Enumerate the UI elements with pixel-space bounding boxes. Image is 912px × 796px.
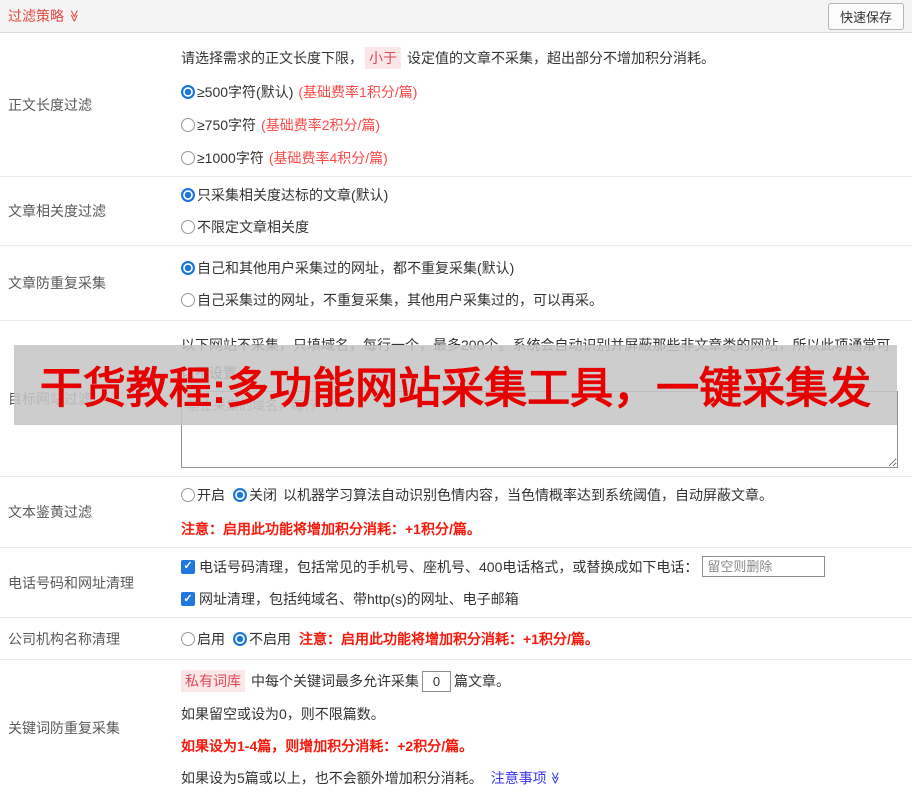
private-thesaurus-tag[interactable]: 私有词库 [181, 670, 245, 692]
radio-icon[interactable] [181, 188, 195, 202]
settings-row-phone-url-clean: 电话号码和网址清理 ✓ 电话号码清理，包括常见的手机号、座机号、400电话格式，… [0, 548, 912, 618]
notes-link-label: 注意事项 [490, 770, 547, 786]
intro-text-after: 设定值的文章不采集，超出部分不增加积分消耗。 [407, 50, 715, 66]
notes-link[interactable]: 注意事项 ≫ [491, 768, 562, 788]
radio-label: 关闭 [249, 487, 277, 503]
chevron-double-down-icon: ≫ [67, 9, 82, 23]
radio-label: 启用 [197, 630, 225, 647]
keyword-count-input[interactable] [422, 670, 451, 692]
content-length-intro: 请选择需求的正文长度下限， 小于 设定值的文章不采集，超出部分不增加积分消耗。 [181, 47, 904, 69]
radio-icon[interactable] [181, 631, 195, 646]
less-than-tag: 小于 [365, 47, 401, 69]
radio-label: 不限定文章相关度 [197, 219, 309, 235]
radio-option[interactable]: 不限定文章相关度 [181, 217, 904, 237]
settings-row-relevance: 文章相关度过滤 只采集相关度达标的文章(默认) 不限定文章相关度 [0, 177, 912, 246]
topbar: 过滤策略 ≫ 快速保存 [0, 0, 912, 33]
filter-strategy-title[interactable]: 过滤策略 ≫ [8, 6, 81, 26]
settings-row-keyword-dedup: 关键词防重复采集 私有词库 中每个关键词最多允许采集 篇文章。 如果留空或设为0… [0, 660, 912, 796]
radio-label: ≥500字符(默认) [197, 84, 294, 100]
radio-icon[interactable] [233, 631, 247, 646]
radio-icon[interactable] [181, 293, 195, 307]
keyword-limit-line: 私有词库 中每个关键词最多允许采集 篇文章。 [181, 670, 904, 692]
radio-option[interactable]: 自己和其他用户采集过的网址，都不重复采集(默认) [181, 258, 904, 278]
quick-save-button[interactable]: 快速保存 [827, 2, 904, 30]
radio-icon[interactable] [181, 220, 195, 234]
settings-row-dedup: 文章防重复采集 自己和其他用户采集过的网址，都不重复采集(默认) 自己采集过的网… [0, 246, 912, 321]
page-title: 过滤策略 [8, 8, 64, 24]
settings-row-company-clean: 公司机构名称清理 启用 不启用 注意：启用此功能将增加积分消耗：+1积分/篇。 [0, 618, 912, 660]
porn-filter-note: 注意：启用此功能将增加积分消耗：+1积分/篇。 [181, 521, 481, 537]
radio-option[interactable]: 只采集相关度达标的文章(默认) [181, 185, 904, 205]
row-label: 公司机构名称清理 [8, 630, 120, 647]
intro-text: 请选择需求的正文长度下限， [181, 50, 363, 66]
checkbox-option[interactable]: ✓ 电话号码清理，包括常见的手机号、座机号、400电话格式，或替换成如下电话： [181, 556, 904, 577]
chevron-double-down-icon: ≫ [548, 771, 563, 785]
company-clean-note: 注意：启用此功能将增加积分消耗：+1积分/篇。 [299, 630, 599, 647]
option-note: (基础费率1积分/篇) [298, 84, 418, 100]
promo-banner[interactable]: 干货教程:多功能网站采集工具，一键采集发 [14, 345, 897, 425]
phone-replace-input[interactable] [702, 556, 826, 577]
radio-icon[interactable] [181, 118, 195, 132]
option-note: (基础费率2积分/篇) [261, 117, 381, 133]
radio-option[interactable]: ≥500字符(默认) (基础费率1积分/篇) [181, 82, 904, 102]
promo-banner-text: 干货教程:多功能网站采集工具，一键采集发 [39, 365, 872, 413]
keyword-note-more: 如果设为5篇或以上，也不会额外增加积分消耗。 注意事项 ≫ [181, 768, 904, 788]
radio-option[interactable]: 开启 [181, 485, 225, 505]
check-icon: ✓ [183, 592, 193, 605]
radio-option[interactable]: 不启用 [233, 629, 291, 649]
keyword-note-more-text: 如果设为5篇或以上，也不会额外增加积分消耗。 [181, 770, 483, 786]
radio-label: ≥750字符 [197, 117, 257, 133]
radio-icon[interactable] [181, 85, 195, 99]
radio-label: 开启 [197, 487, 225, 503]
option-note: (基础费率4积分/篇) [268, 150, 388, 166]
radio-icon[interactable] [181, 151, 195, 165]
row-label: 文章相关度过滤 [8, 203, 106, 219]
radio-label: 自己和其他用户采集过的网址，都不重复采集(默认) [197, 260, 515, 276]
row-label: 关键词防重复采集 [8, 720, 120, 736]
radio-label: ≥1000字符 [197, 150, 264, 166]
radio-label: 只采集相关度达标的文章(默认) [197, 187, 389, 203]
radio-option[interactable]: 关闭 [233, 485, 277, 505]
radio-label: 自己采集过的网址，不重复采集，其他用户采集过的，可以再采。 [197, 292, 603, 308]
checkbox-checked-icon[interactable]: ✓ [181, 559, 195, 574]
settings-row-porn-filter: 文本鉴黄过滤 开启 关闭 以机器学习算法自动识别色情内容，当色情概率达到系统阈值… [0, 477, 912, 548]
keyword-limit-text: 中每个关键词最多允许采集 [251, 673, 419, 689]
radio-option[interactable]: 启用 [181, 629, 225, 649]
radio-option[interactable]: ≥1000字符 (基础费率4积分/篇) [181, 148, 904, 168]
checkbox-label: 电话号码清理，包括常见的手机号、座机号、400电话格式，或替换成如下电话： [199, 558, 699, 575]
keyword-note-empty: 如果留空或设为0，则不限篇数。 [181, 706, 385, 722]
radio-label: 不启用 [249, 630, 291, 647]
radio-icon[interactable] [181, 488, 195, 502]
radio-icon[interactable] [181, 261, 195, 275]
keyword-limit-unit: 篇文章。 [454, 673, 510, 689]
row-label: 文本鉴黄过滤 [8, 504, 92, 520]
row-label: 文章防重复采集 [8, 275, 106, 291]
keyword-note-cost: 如果设为1-4篇，则增加积分消耗：+2积分/篇。 [181, 738, 474, 754]
checkbox-option[interactable]: ✓ 网址清理，包括纯域名、带http(s)的网址、电子邮箱 [181, 589, 904, 609]
check-icon: ✓ [183, 560, 193, 572]
radio-option[interactable]: 自己采集过的网址，不重复采集，其他用户采集过的，可以再采。 [181, 290, 904, 310]
checkbox-label: 网址清理，包括纯域名、带http(s)的网址、电子邮箱 [199, 591, 519, 607]
porn-filter-description: 以机器学习算法自动识别色情内容，当色情概率达到系统阈值，自动屏蔽文章。 [283, 487, 773, 503]
radio-icon[interactable] [233, 488, 247, 502]
row-label: 正文长度过滤 [8, 96, 92, 113]
radio-option[interactable]: ≥750字符 (基础费率2积分/篇) [181, 115, 904, 135]
row-label: 电话号码和网址清理 [8, 574, 134, 591]
settings-row-content-length: 正文长度过滤 请选择需求的正文长度下限， 小于 设定值的文章不采集，超出部分不增… [0, 33, 912, 177]
checkbox-checked-icon[interactable]: ✓ [181, 592, 195, 606]
